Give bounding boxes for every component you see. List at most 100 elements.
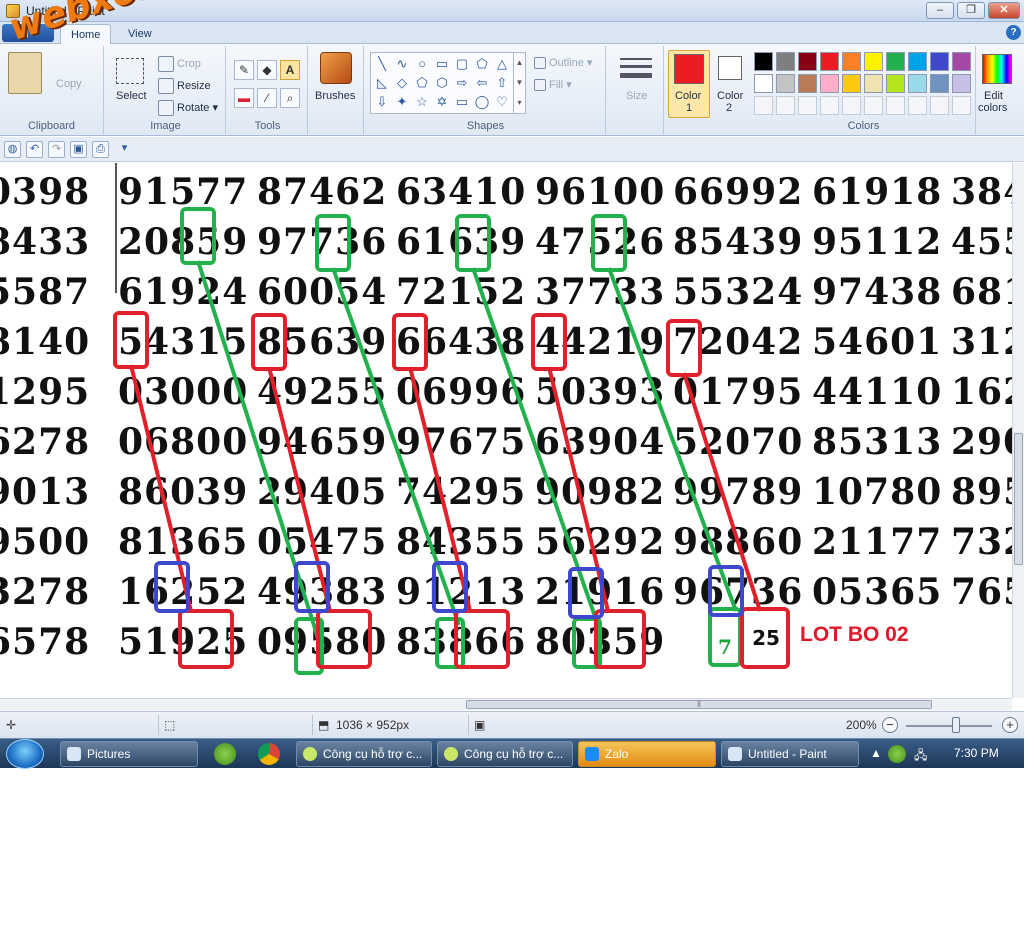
print-preview-icon[interactable]: ⎙ bbox=[92, 141, 109, 158]
paint-app-icon[interactable] bbox=[6, 4, 20, 18]
edit-colors-label-2[interactable]: colors bbox=[978, 102, 1007, 114]
vertical-scrollbar[interactable] bbox=[1012, 163, 1024, 698]
heart-shape-icon[interactable]: ♡ bbox=[493, 93, 511, 111]
oval-shape-icon[interactable]: ○ bbox=[413, 55, 431, 73]
fill-bucket-icon[interactable]: ◆ bbox=[257, 60, 277, 80]
brushes-icon[interactable] bbox=[320, 52, 352, 84]
custom-color-slot[interactable] bbox=[754, 96, 773, 115]
rotate-button[interactable]: Rotate ▾ bbox=[158, 100, 218, 116]
copy-button[interactable]: Copy bbox=[56, 78, 82, 90]
callout-rect-shape-icon[interactable]: ▭ bbox=[453, 93, 471, 111]
customize-qat-icon[interactable]: ▾ bbox=[116, 141, 133, 158]
color-swatch[interactable] bbox=[886, 74, 905, 93]
task-pictures[interactable]: Pictures bbox=[60, 741, 198, 767]
text-tool-icon[interactable]: A bbox=[280, 60, 300, 80]
color-swatch[interactable] bbox=[952, 74, 971, 93]
color-swatch[interactable] bbox=[952, 52, 971, 71]
line-shape-icon[interactable]: ╲ bbox=[373, 55, 391, 73]
outline-button[interactable]: Outline ▾ bbox=[534, 56, 592, 70]
custom-color-slot[interactable] bbox=[908, 96, 927, 115]
paint-menu-button[interactable]: ▤ ▾ bbox=[2, 24, 54, 42]
left-arrow-shape-icon[interactable]: ⇦ bbox=[473, 74, 491, 92]
color-swatch[interactable] bbox=[754, 52, 773, 71]
color-swatch[interactable] bbox=[864, 52, 883, 71]
select-button[interactable]: Select bbox=[116, 90, 147, 102]
edit-colors-label[interactable]: Edit bbox=[984, 90, 1003, 102]
maximize-button[interactable]: ❐ bbox=[957, 2, 985, 19]
right-arrow-shape-icon[interactable]: ⇨ bbox=[453, 74, 471, 92]
resize-button[interactable]: Resize bbox=[158, 78, 211, 94]
up-arrow-shape-icon[interactable]: ⇧ bbox=[493, 74, 511, 92]
color-swatch[interactable] bbox=[930, 74, 949, 93]
paste-icon[interactable] bbox=[8, 52, 42, 94]
color-swatch[interactable] bbox=[776, 52, 795, 71]
pinned-app-icon[interactable] bbox=[214, 743, 236, 765]
color-swatch[interactable] bbox=[930, 52, 949, 71]
custom-color-slot[interactable] bbox=[952, 96, 971, 115]
start-button[interactable] bbox=[6, 739, 44, 769]
color-swatch[interactable] bbox=[798, 52, 817, 71]
save-icon[interactable]: ▣ bbox=[70, 141, 87, 158]
vertical-scroll-thumb[interactable] bbox=[1014, 433, 1023, 565]
select-icon[interactable] bbox=[116, 58, 144, 84]
chrome-icon[interactable] bbox=[258, 743, 280, 765]
horizontal-scrollbar[interactable]: ⦀ bbox=[0, 698, 1012, 710]
triangle-shape-icon[interactable]: △ bbox=[493, 55, 511, 73]
color-swatch[interactable] bbox=[864, 74, 883, 93]
color-swatch[interactable] bbox=[820, 74, 839, 93]
custom-color-slot[interactable] bbox=[886, 96, 905, 115]
five-point-star-shape-icon[interactable]: ☆ bbox=[413, 93, 431, 111]
callout-oval-shape-icon[interactable]: ◯ bbox=[473, 93, 491, 111]
custom-color-slot[interactable] bbox=[842, 96, 861, 115]
custom-color-slot[interactable] bbox=[776, 96, 795, 115]
help-icon[interactable]: ? bbox=[1006, 25, 1021, 40]
size-button[interactable]: Size bbox=[626, 90, 647, 102]
tray-app-icon[interactable] bbox=[888, 745, 906, 763]
magnifier-icon[interactable]: ⌕ bbox=[280, 88, 300, 108]
four-point-star-shape-icon[interactable]: ✦ bbox=[393, 93, 411, 111]
redo-icon[interactable]: ↷ bbox=[48, 141, 65, 158]
zoom-out-button[interactable]: − bbox=[882, 717, 898, 733]
zoom-in-button[interactable]: + bbox=[1002, 717, 1018, 733]
paint-canvas[interactable]: 0398843355878140129562789013950032786578… bbox=[0, 163, 1012, 698]
tray-expand-icon[interactable]: ▲ bbox=[870, 746, 882, 760]
pencil-icon[interactable]: ✎ bbox=[234, 60, 254, 80]
curve-shape-icon[interactable]: ∿ bbox=[393, 55, 411, 73]
pentagon-shape-icon[interactable]: ⬠ bbox=[413, 74, 431, 92]
color-swatch[interactable] bbox=[798, 74, 817, 93]
color-swatch[interactable] bbox=[820, 52, 839, 71]
rectangle-shape-icon[interactable]: ▭ bbox=[433, 55, 451, 73]
eraser-icon[interactable]: ▬ bbox=[234, 88, 254, 108]
task-cong-cu-2[interactable]: Công cụ hỗ trợ c... bbox=[437, 741, 573, 767]
custom-color-slot[interactable] bbox=[864, 96, 883, 115]
shapes-scroll-icon[interactable]: ▲ ▼ ▾ bbox=[513, 53, 525, 113]
paint-qat-icon[interactable]: ◍ bbox=[4, 141, 21, 158]
rounded-rect-shape-icon[interactable]: ▢ bbox=[453, 55, 471, 73]
right-triangle-shape-icon[interactable]: ◺ bbox=[373, 74, 391, 92]
color-swatch[interactable] bbox=[886, 52, 905, 71]
network-icon[interactable]: 🖧 bbox=[914, 746, 927, 767]
undo-icon[interactable]: ↶ bbox=[26, 141, 43, 158]
custom-color-slot[interactable] bbox=[798, 96, 817, 115]
six-point-star-shape-icon[interactable]: ✡ bbox=[433, 93, 451, 111]
close-button[interactable]: ✕ bbox=[988, 2, 1020, 19]
clock[interactable]: 7:30 PM bbox=[954, 746, 999, 760]
hexagon-shape-icon[interactable]: ⬡ bbox=[433, 74, 451, 92]
color-swatch[interactable] bbox=[754, 74, 773, 93]
edit-colors-icon[interactable] bbox=[982, 54, 1012, 84]
brushes-button[interactable]: Brushes bbox=[315, 90, 355, 102]
minimize-button[interactable]: – bbox=[926, 2, 954, 19]
fill-button[interactable]: Fill ▾ bbox=[534, 78, 572, 92]
horizontal-scroll-thumb[interactable]: ⦀ bbox=[466, 700, 932, 709]
zoom-slider-thumb[interactable] bbox=[952, 717, 960, 733]
color-picker-icon[interactable]: ⁄ bbox=[257, 88, 277, 108]
color-swatch[interactable] bbox=[908, 52, 927, 71]
crop-button[interactable]: Crop bbox=[158, 56, 201, 72]
task-cong-cu-1[interactable]: Công cụ hỗ trợ c... bbox=[296, 741, 432, 767]
color-swatch[interactable] bbox=[842, 52, 861, 71]
color-swatch[interactable] bbox=[842, 74, 861, 93]
zoom-slider[interactable] bbox=[906, 725, 992, 727]
tab-view[interactable]: View bbox=[118, 24, 162, 45]
color-swatch[interactable] bbox=[776, 74, 795, 93]
color-swatch[interactable] bbox=[908, 74, 927, 93]
